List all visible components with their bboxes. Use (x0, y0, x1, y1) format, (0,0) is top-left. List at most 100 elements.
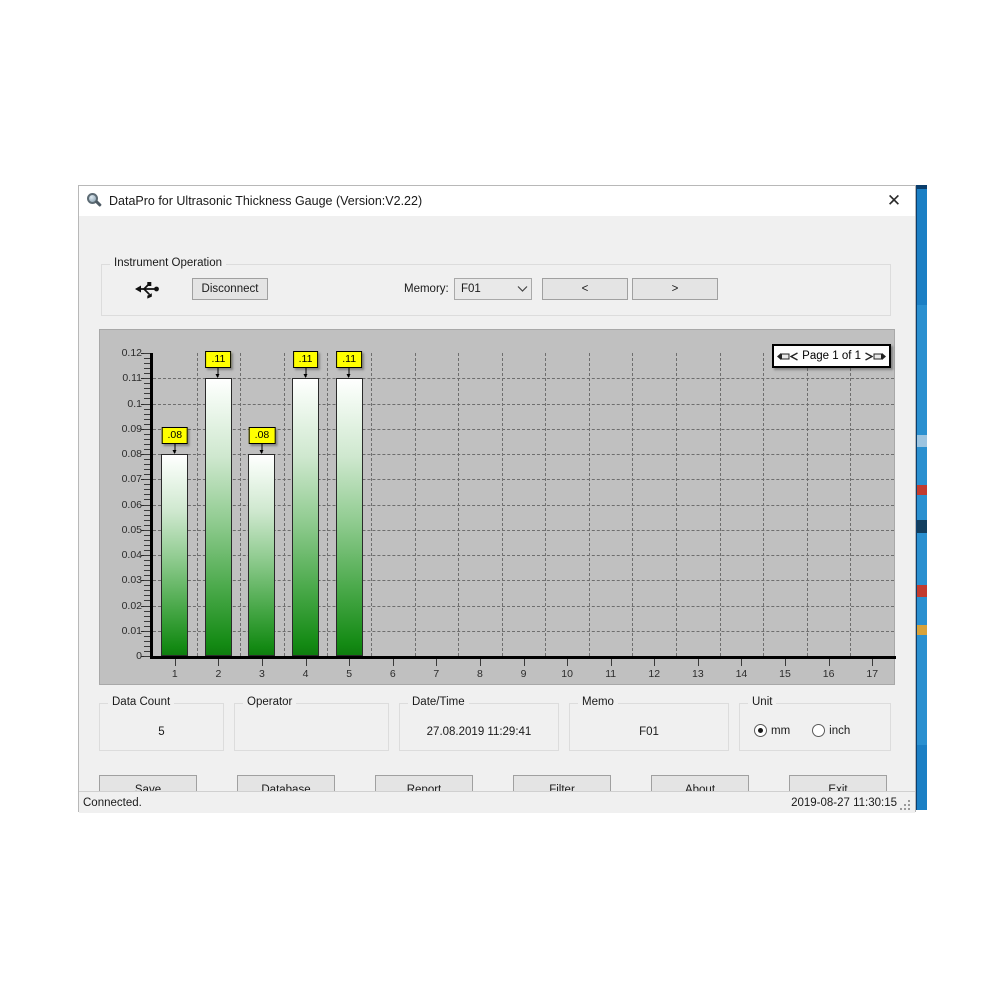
x-axis-tick-label: 16 (822, 668, 835, 680)
gridline-vertical (632, 353, 634, 656)
gridline-horizontal (153, 403, 894, 405)
application-window: DataPro for Ultrasonic Thickness Gauge (… (78, 185, 916, 813)
y-axis-minor-tick (144, 373, 150, 375)
y-axis-minor-tick (144, 504, 150, 506)
y-axis-minor-tick (144, 610, 150, 612)
unit-radio-inch[interactable]: inch (812, 724, 850, 737)
data-count-group: Data Count 5 (99, 696, 224, 751)
magnifier-icon (86, 193, 102, 209)
y-axis-minor-tick (144, 413, 150, 415)
background-window-sliver[interactable] (915, 185, 927, 810)
screen: DataPro for Ultrasonic Thickness Gauge (… (0, 0, 1000, 1000)
gridline-vertical (501, 353, 503, 656)
y-axis-minor-tick (144, 539, 150, 541)
radio-unselected-icon (812, 724, 826, 737)
memo-value: F01 (639, 726, 659, 738)
bar-value-label: .11 (292, 351, 319, 369)
y-axis-minor-tick (144, 625, 150, 627)
y-axis-minor-tick (144, 474, 150, 476)
instrument-operation-group: Instrument Operation Disconnect Memory: (101, 257, 891, 316)
gridline-vertical (283, 353, 285, 656)
y-axis-minor-tick (144, 590, 150, 592)
y-axis-minor-tick (144, 438, 150, 440)
x-axis-tick (261, 659, 263, 666)
y-axis-minor-tick (144, 388, 150, 390)
memory-prev-button[interactable]: < (542, 278, 628, 300)
x-axis-tick (610, 659, 612, 666)
page-last-icon[interactable] (873, 351, 887, 362)
x-axis-tick-label: 13 (692, 668, 704, 680)
close-icon[interactable]: ✕ (881, 190, 907, 212)
y-axis-minor-tick (144, 585, 150, 587)
memory-select[interactable]: F01 (454, 278, 532, 300)
bar-value-label: .08 (161, 427, 189, 444)
chart-bar[interactable] (335, 378, 363, 656)
x-axis-tick (523, 659, 525, 666)
x-axis-tick-label: 3 (259, 668, 265, 680)
x-axis-tick-label: 8 (476, 668, 483, 680)
page-indicator-label: Page 1 of 1 (802, 350, 861, 362)
gridline-vertical (545, 353, 547, 656)
y-axis-tick-label: 0.03 (121, 574, 142, 587)
x-axis-tick-label: 15 (779, 668, 791, 680)
chart-bar[interactable] (161, 454, 189, 656)
x-axis-tick (567, 659, 569, 666)
page-next-icon[interactable] (864, 351, 873, 362)
y-axis-tick-label: 0.12 (121, 347, 142, 359)
bar-value-label: .11 (205, 351, 232, 369)
y-axis-minor-tick (144, 534, 150, 536)
y-axis-tick-label: 0.05 (121, 523, 142, 536)
y-axis-tick-label: 0.06 (121, 498, 142, 511)
y-axis-tick-label: 0.02 (121, 599, 142, 612)
disconnect-button[interactable]: Disconnect (192, 278, 268, 300)
y-axis-minor-tick (144, 656, 150, 657)
gridline-vertical (414, 353, 416, 656)
gridline-vertical (763, 353, 765, 656)
gridline-vertical (588, 353, 590, 656)
x-axis-tick-label: 17 (866, 668, 879, 680)
x-axis-tick-label: 6 (389, 668, 396, 680)
y-axis-minor-tick (144, 454, 150, 455)
memory-next-button[interactable]: > (632, 278, 718, 300)
y-axis-minor-tick (144, 459, 150, 461)
gridline-vertical (806, 353, 808, 656)
gridline-vertical (196, 353, 198, 656)
memory-select-value: F01 (461, 283, 481, 295)
y-axis-minor-tick (144, 650, 150, 652)
page-prev-icon[interactable] (790, 351, 799, 362)
x-axis-tick-label: 10 (561, 668, 573, 680)
window-title: DataPro for Ultrasonic Thickness Gauge (… (109, 194, 423, 208)
y-axis-minor-tick (144, 433, 150, 435)
chevron-down-icon (513, 285, 531, 293)
thickness-bar-chart: 0.12 0.11 0.1 0.09 0.08 0.07 0.06 0.05 0.04 0.03 0… (99, 329, 896, 685)
status-message: Connected. (83, 796, 142, 809)
x-axis-tick (828, 659, 830, 666)
x-axis-tick-label: 4 (302, 668, 309, 680)
bar-value-label-pointer (346, 368, 351, 379)
chart-bar[interactable] (204, 378, 232, 656)
y-axis-minor-tick (144, 363, 150, 365)
chart-bar[interactable] (292, 378, 320, 656)
y-axis-minor-tick (144, 464, 150, 466)
bar-value-label: .11 (336, 351, 363, 369)
y-axis-minor-tick (144, 549, 150, 551)
y-axis-minor-tick (144, 524, 150, 526)
window-client-area: Instrument Operation Disconnect Memory: (79, 216, 915, 813)
page-first-icon[interactable] (776, 351, 790, 362)
chart-page-navigator: Page 1 of 1 (772, 344, 891, 368)
chart-y-axis-labels: 0.12 0.11 0.1 0.09 0.08 0.07 0.06 0.05 0.04 0.03 0… (100, 330, 146, 684)
unit-radio-mm[interactable]: mm (754, 724, 790, 737)
chart-plot-area (153, 353, 894, 656)
chart-bar[interactable] (248, 454, 276, 656)
usb-icon (135, 282, 159, 299)
gridline-vertical (719, 353, 721, 656)
x-axis-tick-label: 5 (346, 668, 353, 680)
y-axis-minor-tick (144, 443, 150, 445)
y-axis-minor-tick (144, 403, 150, 405)
unit-inch-label: inch (829, 724, 851, 737)
x-axis-tick-label: 12 (648, 668, 661, 680)
y-axis-minor-tick (144, 383, 150, 385)
x-axis-tick (218, 659, 220, 666)
operator-group: Operator (234, 696, 389, 751)
resize-grip-icon[interactable] (900, 798, 912, 810)
